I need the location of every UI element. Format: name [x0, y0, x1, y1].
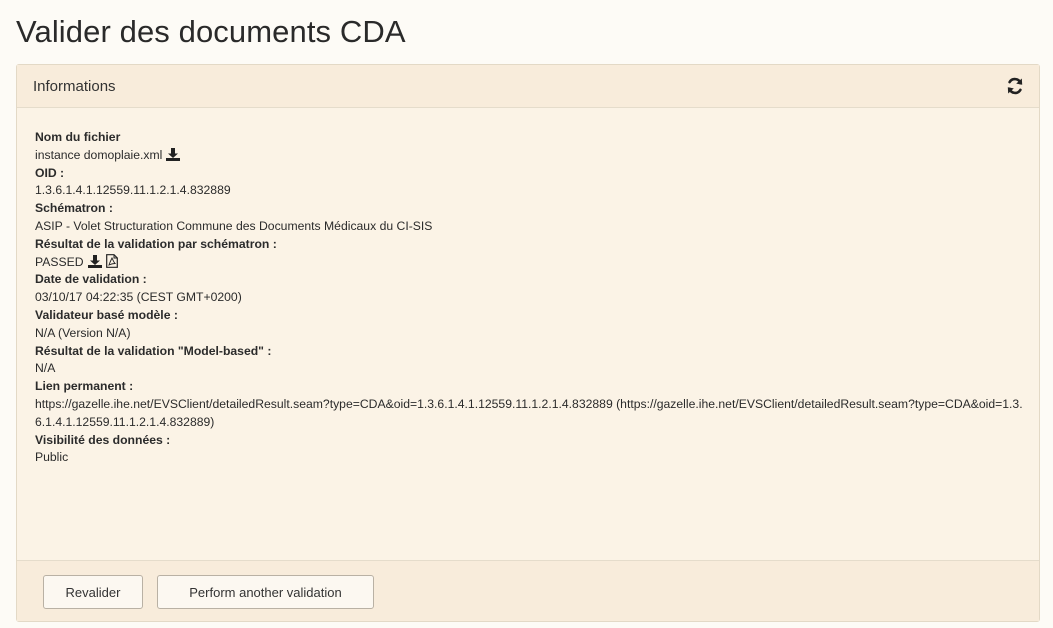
permalink-label: Lien permanent : [35, 379, 134, 394]
oid-label: OID : [35, 165, 65, 180]
visibility-value: Public [35, 450, 69, 465]
download-icon[interactable] [166, 147, 181, 161]
panel-heading: Informations [17, 65, 1039, 108]
perform-another-validation-button[interactable]: Perform another validation [157, 575, 374, 609]
model-result-value: N/A [35, 361, 56, 376]
download-icon[interactable] [87, 254, 102, 268]
panel-body: Nom du fichier instance domoplaie.xml OI… [35, 129, 1029, 467]
filename-label: Nom du fichier [35, 130, 121, 144]
schematron-result-label: Résultat de la validation par schématron… [35, 236, 277, 251]
oid-value: 1.3.6.1.4.1.12559.11.1.2.1.4.832889 [35, 183, 231, 198]
date-label: Date de validation : [35, 272, 147, 287]
schematron-value: ASIP - Volet Structuration Commune des D… [35, 218, 433, 233]
panel-title: Informations [33, 78, 116, 95]
visibility-label: Visibilité des données : [35, 432, 171, 447]
model-validator-value: N/A (Version N/A) [35, 325, 131, 340]
schematron-result-value: PASSED [35, 254, 84, 269]
refresh-icon[interactable] [1005, 76, 1025, 96]
model-validator-label: Validateur basé modèle : [35, 307, 178, 322]
permalink-value[interactable]: https://gazelle.ihe.net/EVSClient/detail… [35, 396, 1029, 432]
revalidate-button[interactable]: Revalider [43, 575, 143, 609]
model-result-label: Résultat de la validation "Model-based" … [35, 343, 272, 358]
schematron-label: Schématron : [35, 201, 113, 216]
informations-panel: Informations Nom du fichier instance dom… [16, 64, 1040, 622]
panel-footer: Revalider Perform another validation [17, 560, 1039, 621]
filename-row: instance domoplaie.xml [35, 147, 1029, 165]
pdf-icon[interactable] [105, 253, 118, 268]
page-title: Valider des documents CDA [16, 14, 406, 49]
schematron-result-row: PASSED [35, 253, 1029, 272]
date-value: 03/10/17 04:22:35 (CEST GMT+0200) [35, 290, 242, 305]
filename-value: instance domoplaie.xml [35, 147, 163, 162]
